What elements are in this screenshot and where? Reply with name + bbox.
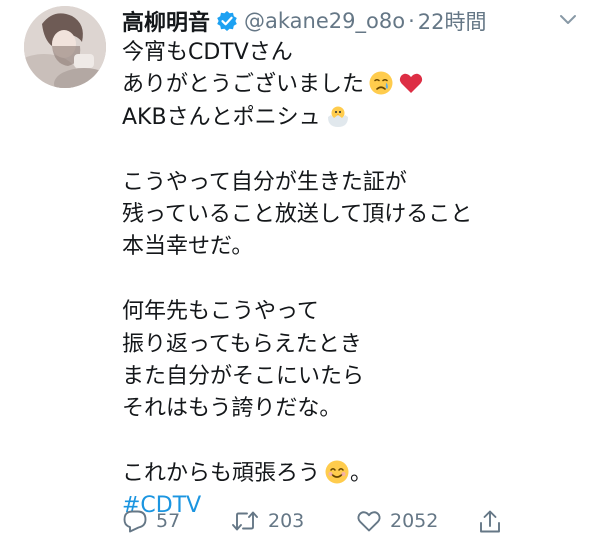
tweet-line <box>122 426 582 458</box>
tweet: 高柳明音 @akane29_o8o · 22時間 今宵もCDTVさん ありがとう… <box>0 0 600 538</box>
retweet-count: 203 <box>268 510 305 532</box>
tweet-line: それはもう誇りだな。 <box>122 396 342 422</box>
reply-icon <box>123 510 147 533</box>
tweet-line: また自分がそこにいたら <box>122 363 365 389</box>
timestamp[interactable]: 22時間 <box>418 6 487 36</box>
tweet-line: 何年先もこうやって <box>122 299 319 325</box>
tweet-text: 今宵もCDTVさん ありがとうございました AKBさんとポニシュ こうやって自分… <box>122 37 582 523</box>
tweet-line <box>122 264 582 296</box>
hatching-chick-emoji-icon <box>325 103 351 129</box>
tweet-line: ありがとうございました <box>122 69 582 101</box>
crying-face-emoji-icon <box>368 70 394 96</box>
smiling-face-emoji-icon <box>324 459 350 485</box>
tweet-line: これからも頑張ろう。 <box>122 459 373 487</box>
like-button[interactable]: 2052 <box>356 509 438 533</box>
tweet-line: AKBさんとポニシュ <box>122 102 582 134</box>
avatar[interactable] <box>24 6 106 88</box>
tweet-line <box>122 134 582 166</box>
share-button[interactable] <box>478 509 510 535</box>
separator-dot: · <box>408 9 415 33</box>
red-heart-emoji-icon <box>398 70 424 96</box>
user-handle[interactable]: @akane29_o8o <box>244 9 405 33</box>
avatar-photo <box>24 6 106 88</box>
tweet-line: 残っていること放送して頂けること <box>122 201 473 227</box>
verified-badge-icon <box>216 10 238 32</box>
display-name[interactable]: 高柳明音 <box>122 5 210 37</box>
tweet-header: 高柳明音 @akane29_o8o · 22時間 <box>122 5 486 37</box>
retweet-icon <box>232 511 258 531</box>
reply-button[interactable]: 57 <box>122 509 180 533</box>
tweet-line: こうやって自分が生きた証が <box>122 169 407 195</box>
heart-icon <box>357 511 381 532</box>
retweet-button[interactable]: 203 <box>230 509 304 533</box>
tweet-actions: 57 203 2052 <box>122 509 592 537</box>
tweet-line: 今宵もCDTVさん <box>122 40 293 65</box>
reply-count: 57 <box>156 510 181 532</box>
tweet-line: 振り返ってもらえたとき <box>122 331 362 357</box>
chevron-down-icon[interactable] <box>558 12 578 28</box>
like-count: 2052 <box>390 510 439 532</box>
share-icon <box>480 510 500 533</box>
tweet-line: 本当幸せだ。 <box>122 234 254 260</box>
